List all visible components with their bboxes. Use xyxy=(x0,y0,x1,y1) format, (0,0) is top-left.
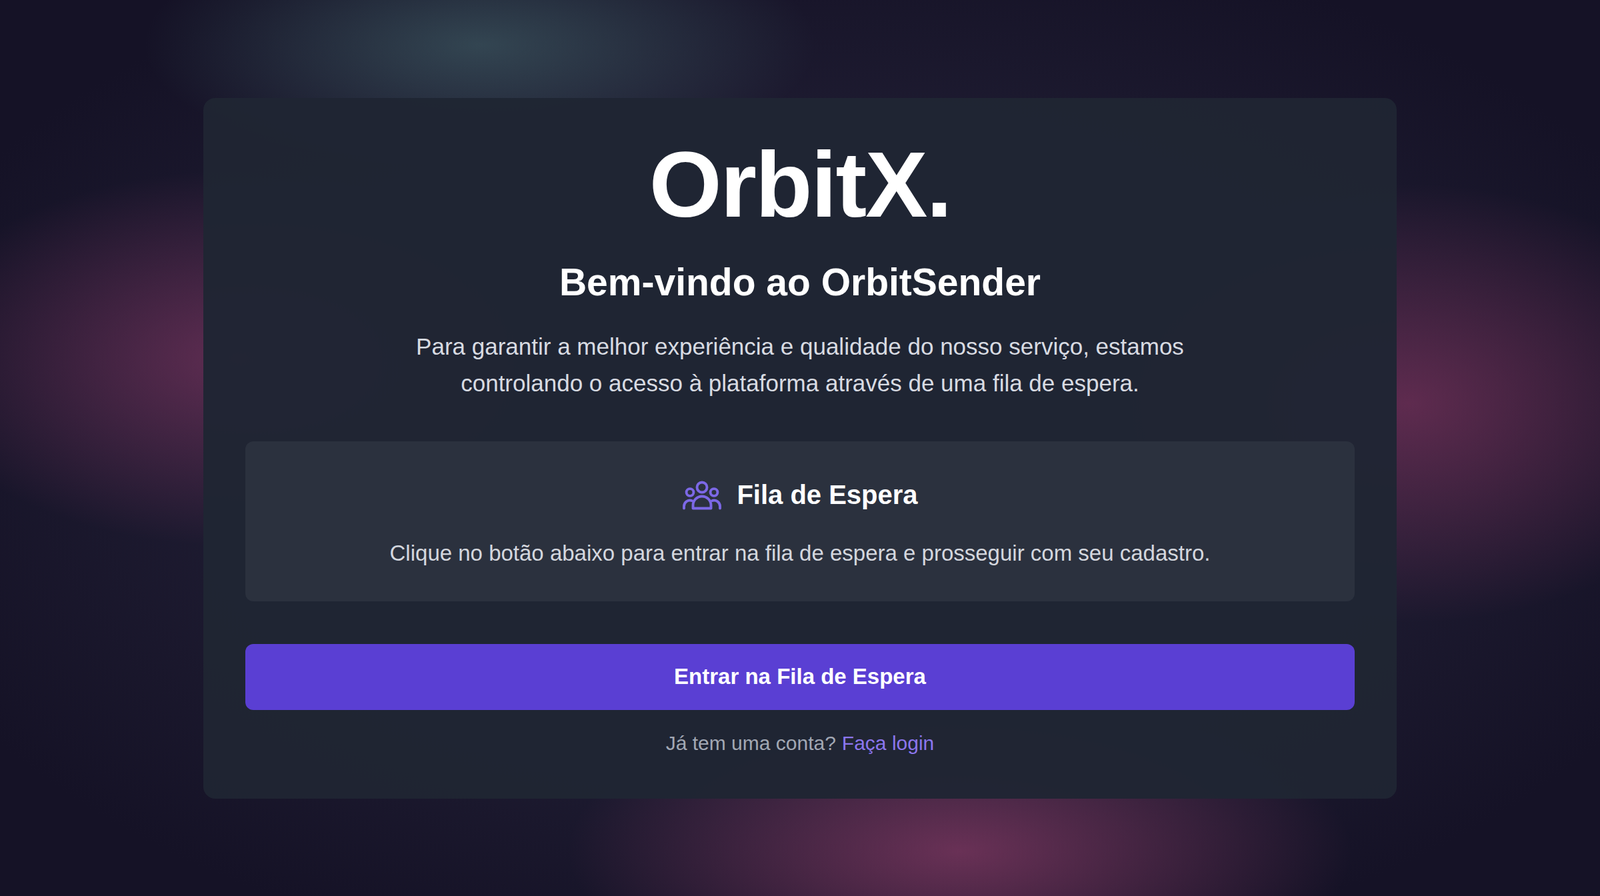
page: OrbitX. Bem-vindo ao OrbitSender Para gara… xyxy=(0,0,1600,896)
join-queue-button[interactable]: Entrar na Fila de Espera xyxy=(245,644,1355,710)
queue-title: Fila de Espera xyxy=(736,480,918,510)
login-prompt: Já tem uma conta? xyxy=(666,730,836,757)
welcome-card: OrbitX. Bem-vindo ao OrbitSender Para gara… xyxy=(203,98,1397,799)
users-icon xyxy=(682,479,722,512)
logo: OrbitX. xyxy=(649,131,952,238)
queue-header: Fila de Espera xyxy=(682,478,918,512)
login-link[interactable]: Faça login xyxy=(842,730,934,757)
title: Bem-vindo ao OrbitSender xyxy=(559,258,1041,306)
login-row: Já tem uma conta?Faça login xyxy=(666,730,935,757)
queue-box: Fila de Espera Clique no botão abaixo par… xyxy=(245,441,1355,602)
description: Para garantir a melhor experiência e qua… xyxy=(393,328,1207,402)
queue-text: Clique no botão abaixo para entrar na fi… xyxy=(390,537,1211,570)
